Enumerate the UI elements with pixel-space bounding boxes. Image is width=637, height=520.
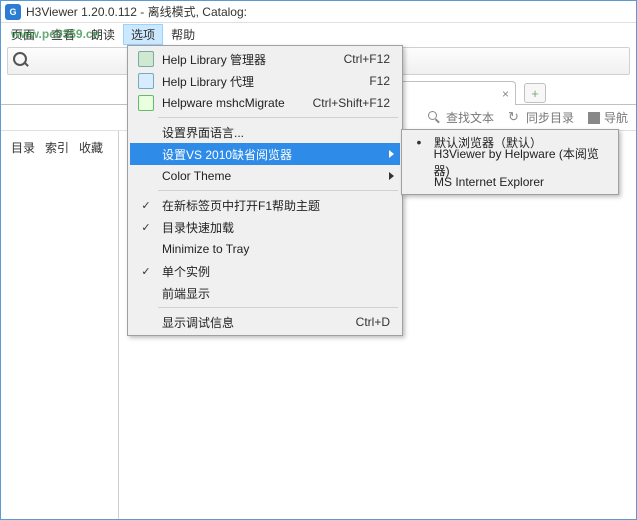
dd-accel: Ctrl+Shift+F12 [313, 96, 396, 110]
dd-label: 在新标签页中打开F1帮助主题 [158, 197, 396, 214]
submenu-arrow-icon [389, 150, 394, 158]
find-text-button[interactable]: 查找文本 [428, 109, 494, 126]
hl-agent-icon [138, 73, 154, 89]
menu-help[interactable]: 帮助 [163, 24, 203, 45]
browser-submenu: 默认浏览器（默认） H3Viewer by Helpware (本阅览器) MS… [401, 129, 619, 195]
mshc-icon [138, 95, 154, 111]
separator [158, 190, 398, 191]
find-label: 查找文本 [446, 109, 494, 126]
menu-read[interactable]: 朗读 [83, 24, 123, 45]
nav-label: 导航 [604, 109, 628, 126]
dd-label: Color Theme [158, 169, 396, 183]
sync-icon [508, 111, 522, 125]
nav-icon [588, 112, 600, 124]
dd-item-hl-manager[interactable]: Help Library 管理器 Ctrl+F12 [130, 48, 400, 70]
dd-item-default-browser[interactable]: 设置VS 2010缺省阅览器 [130, 143, 400, 165]
app-icon: G [5, 4, 21, 20]
dd-label: Help Library 管理器 [158, 51, 344, 68]
dd-item-debug[interactable]: 显示调试信息 Ctrl+D [130, 311, 400, 333]
new-tab-button[interactable]: + [524, 83, 546, 103]
menu-page[interactable]: 页面 [3, 24, 43, 45]
check-icon [141, 198, 150, 212]
check-icon [141, 264, 150, 278]
dd-accel: F12 [369, 74, 396, 88]
dd-item-front[interactable]: 前端显示 [130, 282, 400, 304]
dd-label: 设置VS 2010缺省阅览器 [158, 146, 396, 163]
dd-item-ui-language[interactable]: 设置界面语言... [130, 121, 400, 143]
menu-options[interactable]: 选项 [123, 24, 163, 45]
sm-label: MS Internet Explorer [430, 175, 544, 189]
separator [158, 307, 398, 308]
dd-item-min-tray[interactable]: Minimize to Tray [130, 238, 400, 260]
dd-item-fastload[interactable]: 目录快速加载 [130, 216, 400, 238]
close-tab-icon[interactable]: × [502, 87, 509, 101]
sm-item-h3viewer[interactable]: H3Viewer by Helpware (本阅览器) [404, 152, 616, 172]
hl-manager-icon [138, 51, 154, 67]
dd-item-single-instance[interactable]: 单个实例 [130, 260, 400, 282]
dd-label: 单个实例 [158, 263, 396, 280]
dd-item-f1-newtab[interactable]: 在新标签页中打开F1帮助主题 [130, 194, 400, 216]
dd-label: Helpware mshcMigrate [158, 96, 313, 110]
nav-button[interactable]: 导航 [588, 109, 628, 126]
dd-label: Help Library 代理 [158, 73, 369, 90]
dd-label: 设置界面语言... [158, 124, 396, 141]
sidebar-panel [1, 131, 119, 519]
sm-label: H3Viewer by Helpware (本阅览器) [430, 145, 612, 179]
check-icon [141, 220, 150, 234]
find-icon [428, 111, 442, 125]
search-icon[interactable] [12, 51, 32, 71]
dd-item-hl-agent[interactable]: Help Library 代理 F12 [130, 70, 400, 92]
submenu-arrow-icon [389, 172, 394, 180]
window-title: H3Viewer 1.20.0.112 - 离线模式, Catalog: [26, 3, 247, 20]
dd-label: 显示调试信息 [158, 314, 356, 331]
app-window: G H3Viewer 1.20.0.112 - 离线模式, Catalog: w… [0, 0, 637, 520]
separator [158, 117, 398, 118]
dd-item-color-theme[interactable]: Color Theme [130, 165, 400, 187]
dd-label: Minimize to Tray [158, 242, 396, 256]
options-dropdown: Help Library 管理器 Ctrl+F12 Help Library 代… [127, 45, 403, 336]
dd-item-mshcmigrate[interactable]: Helpware mshcMigrate Ctrl+Shift+F12 [130, 92, 400, 114]
sync-toc-button[interactable]: 同步目录 [508, 109, 574, 126]
dd-accel: Ctrl+D [356, 315, 396, 329]
dd-label: 目录快速加载 [158, 219, 396, 236]
menu-view[interactable]: 查看 [43, 24, 83, 45]
selected-bullet-icon [417, 134, 422, 150]
menubar: www.pc0359.cn 页面 查看 朗读 选项 帮助 [1, 23, 636, 45]
dd-accel: Ctrl+F12 [344, 52, 396, 66]
sync-label: 同步目录 [526, 109, 574, 126]
titlebar: G H3Viewer 1.20.0.112 - 离线模式, Catalog: [1, 1, 636, 23]
dd-label: 前端显示 [158, 285, 396, 302]
